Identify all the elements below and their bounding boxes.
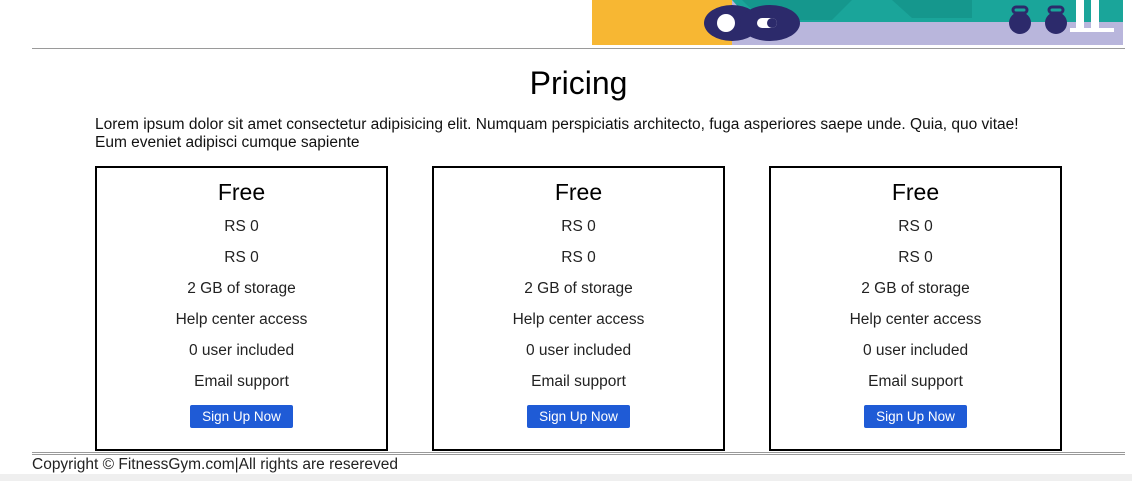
plan-price: RS 0 <box>224 218 259 235</box>
plan-price-secondary: RS 0 <box>561 249 596 266</box>
plan-price-secondary: RS 0 <box>224 249 259 266</box>
plan-support: Email support <box>531 373 626 390</box>
plan-price: RS 0 <box>898 218 933 235</box>
footer-copyright: Copyright © FitnessGym.com|All rights ar… <box>32 456 399 473</box>
pricing-card: Free RS 0 RS 0 2 GB of storage Help cent… <box>432 166 725 451</box>
plan-storage: 2 GB of storage <box>861 280 970 297</box>
plan-support: Email support <box>194 373 289 390</box>
signup-button[interactable]: Sign Up Now <box>527 405 630 428</box>
plan-price-secondary: RS 0 <box>898 249 933 266</box>
plan-name: Free <box>891 179 940 205</box>
footer-divider <box>32 452 1125 455</box>
plan-users: 0 user included <box>525 342 632 359</box>
top-divider <box>32 48 1125 49</box>
signup-button[interactable]: Sign Up Now <box>864 405 967 428</box>
plan-price: RS 0 <box>561 218 596 235</box>
plan-storage: 2 GB of storage <box>524 280 633 297</box>
plan-users: 0 user included <box>862 342 969 359</box>
pricing-card: Free RS 0 RS 0 2 GB of storage Help cent… <box>769 166 1062 451</box>
plan-help: Help center access <box>175 311 308 328</box>
signup-button[interactable]: Sign Up Now <box>190 405 293 428</box>
page: Pricing Lorem ipsum dolor sit amet conse… <box>0 0 1132 481</box>
gym-equipment-illustration <box>592 0 1123 45</box>
plan-name: Free <box>217 179 266 205</box>
plan-storage: 2 GB of storage <box>187 280 296 297</box>
plan-name: Free <box>554 179 603 205</box>
horizontal-scrollbar-track[interactable] <box>0 474 1132 481</box>
plan-help: Help center access <box>512 311 645 328</box>
pricing-card: Free RS 0 RS 0 2 GB of storage Help cent… <box>95 166 388 451</box>
gym-illustration-graphic <box>592 0 1123 45</box>
pricing-intro: Lorem ipsum dolor sit amet consectetur a… <box>95 116 1019 151</box>
plan-support: Email support <box>868 373 963 390</box>
plan-users: 0 user included <box>188 342 295 359</box>
plan-help: Help center access <box>849 311 982 328</box>
pricing-title: Pricing <box>529 65 628 101</box>
